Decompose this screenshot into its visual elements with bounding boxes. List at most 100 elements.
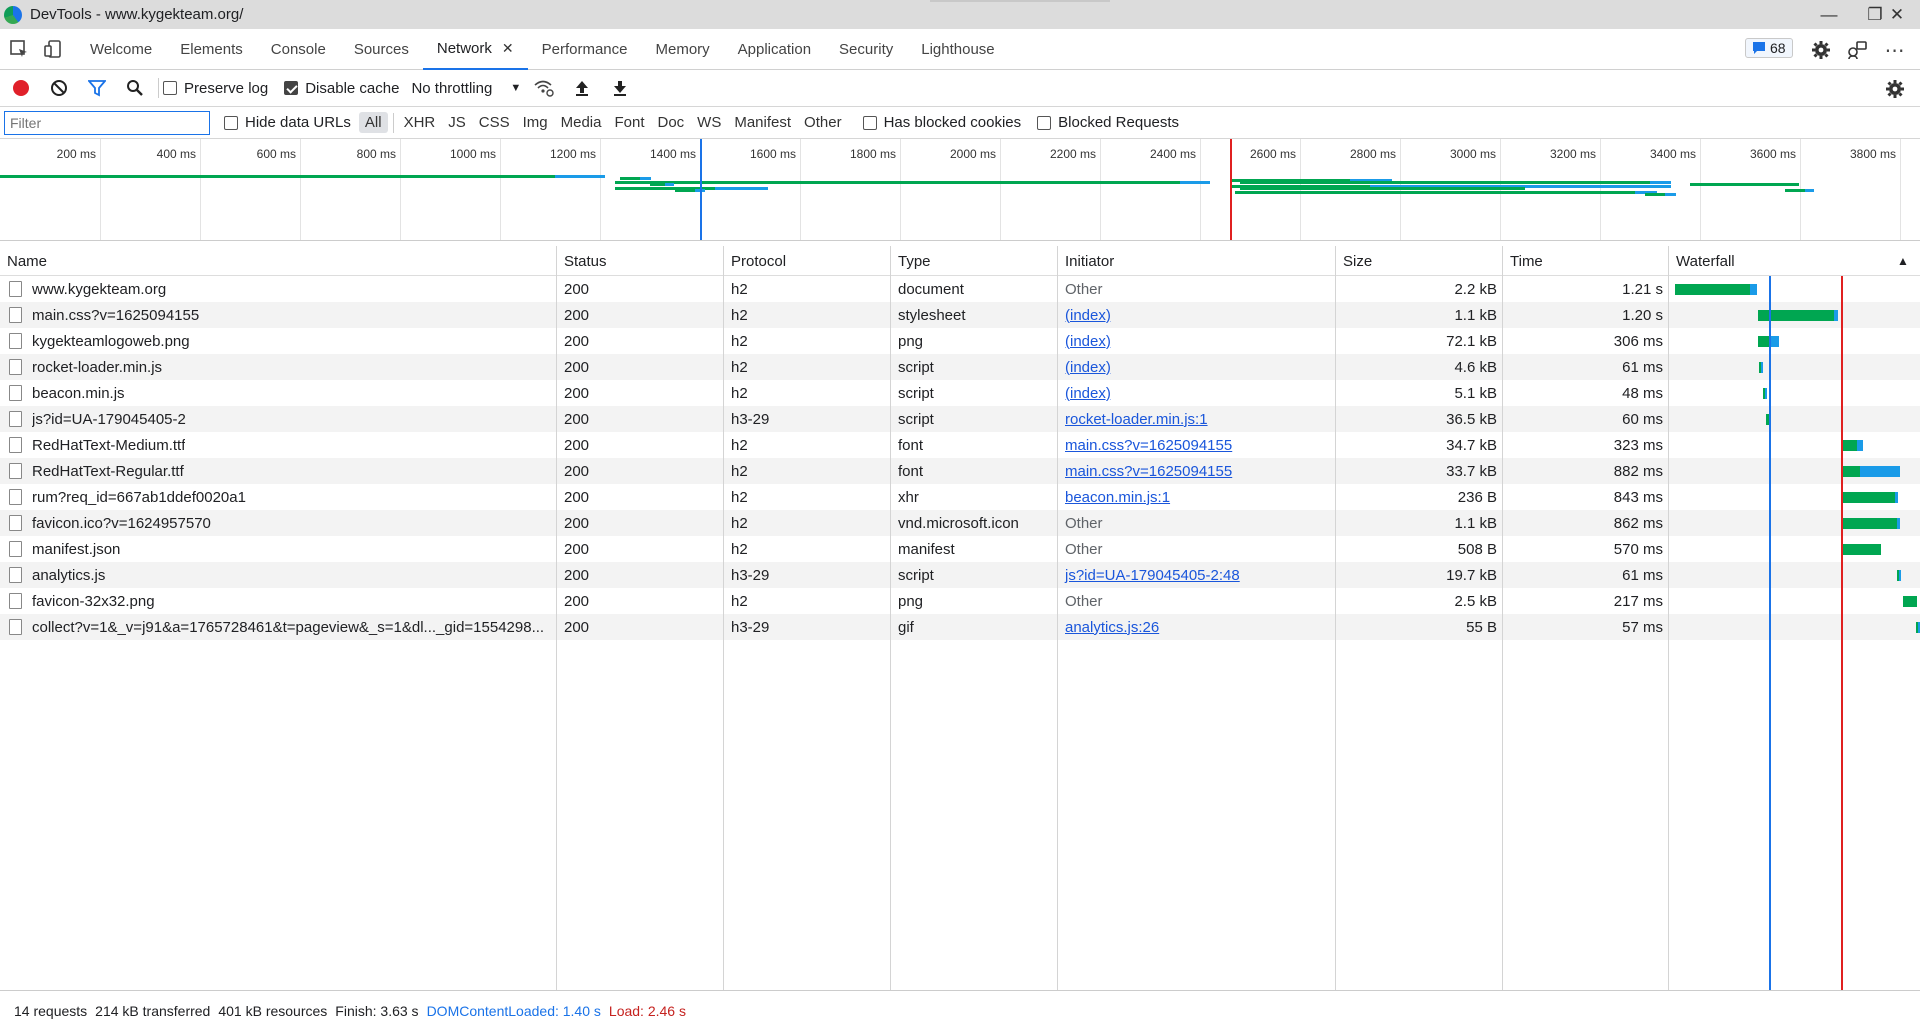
filter-type-img[interactable]: Img (517, 112, 554, 133)
tab-lighthouse[interactable]: Lighthouse (907, 29, 1008, 70)
column-divider[interactable] (556, 246, 557, 990)
settings-gear-icon[interactable] (1810, 39, 1832, 61)
close-tab-icon[interactable]: ✕ (502, 40, 514, 57)
request-initiator[interactable]: main.css?v=1625094155 (1058, 458, 1336, 484)
request-initiator[interactable]: (index) (1058, 302, 1336, 328)
initiator-link[interactable]: js?id=UA-179045405-2:48 (1065, 567, 1240, 584)
tab-memory[interactable]: Memory (641, 29, 723, 70)
filter-type-manifest[interactable]: Manifest (728, 112, 797, 133)
request-row[interactable]: main.css?v=1625094155 200 h2 stylesheet (ind… (0, 302, 1920, 328)
filter-type-ws[interactable]: WS (691, 112, 727, 133)
filter-type-js[interactable]: JS (442, 112, 472, 133)
more-options-icon[interactable]: ⋯ (1884, 39, 1906, 62)
initiator-link[interactable]: beacon.min.js:1 (1065, 489, 1170, 506)
clear-button[interactable] (40, 70, 78, 107)
request-initiator[interactable]: analytics.js:26 (1058, 614, 1336, 640)
filter-input[interactable] (4, 110, 210, 135)
request-row[interactable]: kygekteamlogoweb.png 200 h2 png (index) 72.1 … (0, 328, 1920, 354)
blocked-requests-box[interactable] (1037, 115, 1052, 130)
feedback-icon[interactable] (1846, 39, 1868, 61)
request-initiator[interactable]: rocket-loader.min.js:1 (1058, 406, 1336, 432)
network-conditions-button[interactable] (525, 70, 563, 107)
filter-type-media[interactable]: Media (555, 112, 608, 133)
initiator-link[interactable]: main.css?v=1625094155 (1065, 463, 1232, 480)
blocked-requests-checkbox[interactable]: Blocked Requests (1037, 114, 1179, 131)
hide-data-urls-box[interactable] (224, 115, 238, 130)
column-header-type[interactable]: Type (891, 246, 1058, 276)
column-header-name[interactable]: Name (0, 246, 557, 276)
has-blocked-cookies-checkbox[interactable]: Has blocked cookies (862, 114, 1021, 131)
import-har-button[interactable] (563, 70, 601, 107)
tab-welcome[interactable]: Welcome (76, 29, 166, 70)
request-initiator[interactable]: (index) (1058, 328, 1336, 354)
tab-application[interactable]: Application (724, 29, 825, 70)
initiator-link[interactable]: rocket-loader.min.js:1 (1065, 411, 1208, 428)
initiator-link[interactable]: (index) (1065, 385, 1111, 402)
column-header-time[interactable]: Time (1503, 246, 1669, 276)
filter-toggle-button[interactable] (78, 70, 116, 107)
initiator-link[interactable]: (index) (1065, 359, 1111, 376)
tab-sources[interactable]: Sources (340, 29, 423, 70)
minimize-button[interactable]: — (1806, 0, 1852, 29)
request-initiator[interactable]: (index) (1058, 380, 1336, 406)
hide-data-urls-checkbox[interactable]: Hide data URLs (224, 114, 351, 131)
request-row[interactable]: rum?req_id=667ab1ddef0020a1 200 h2 xhr beaco… (0, 484, 1920, 510)
column-divider[interactable] (1502, 246, 1503, 990)
sort-ascending-icon[interactable]: ▲ (1890, 246, 1909, 276)
column-divider[interactable] (723, 246, 724, 990)
filter-type-all[interactable]: All (358, 112, 388, 133)
filter-type-css[interactable]: CSS (473, 112, 516, 133)
request-row[interactable]: RedHatText-Medium.ttf 200 h2 font main.css?v… (0, 432, 1920, 458)
filter-type-doc[interactable]: Doc (651, 112, 690, 133)
column-header-status[interactable]: Status (557, 246, 724, 276)
column-header-size[interactable]: Size (1336, 246, 1503, 276)
tab-network[interactable]: Network ✕ (422, 29, 528, 70)
initiator-link[interactable]: (index) (1065, 307, 1111, 324)
device-toolbar-icon[interactable] (42, 38, 64, 60)
request-initiator[interactable]: main.css?v=1625094155 (1058, 432, 1336, 458)
tab-elements[interactable]: Elements (166, 29, 257, 70)
search-button[interactable] (116, 70, 154, 107)
tab-security[interactable]: Security (825, 29, 907, 70)
record-button[interactable] (2, 70, 40, 107)
column-header-initiator[interactable]: Initiator (1058, 246, 1336, 276)
column-divider[interactable] (1057, 246, 1058, 990)
column-header-waterfall[interactable]: Waterfall (1669, 246, 1920, 276)
issues-badge[interactable]: 68 (1745, 38, 1793, 58)
initiator-link[interactable]: analytics.js:26 (1065, 619, 1159, 636)
initiator-link[interactable]: (index) (1065, 333, 1111, 350)
disable-cache-checkbox[interactable]: Disable cache (284, 80, 399, 97)
column-divider[interactable] (1335, 246, 1336, 990)
request-row[interactable]: favicon.ico?v=1624957570 200 h2 vnd.microso… (0, 510, 1920, 536)
filter-type-other[interactable]: Other (798, 112, 848, 133)
disable-cache-box[interactable] (284, 81, 299, 95)
column-header-protocol[interactable]: Protocol (724, 246, 891, 276)
inspect-element-icon[interactable] (8, 38, 30, 60)
column-divider[interactable] (890, 246, 891, 990)
filter-type-xhr[interactable]: XHR (398, 112, 442, 133)
request-row[interactable]: www.kygekteam.org 200 h2 document Other 2.2 k… (0, 276, 1920, 302)
throttling-select[interactable]: No throttling ▼ (411, 80, 521, 97)
close-window-button[interactable]: ✕ (1874, 0, 1920, 29)
export-har-button[interactable] (601, 70, 639, 107)
preserve-log-checkbox[interactable]: Preserve log (163, 80, 268, 97)
request-row[interactable]: analytics.js 200 h3-29 script js?id=UA-17904… (0, 562, 1920, 588)
filter-type-font[interactable]: Font (608, 112, 650, 133)
request-row[interactable]: beacon.min.js 200 h2 script (index) 5.1 kB 48 … (0, 380, 1920, 406)
request-row[interactable]: rocket-loader.min.js 200 h2 script (index) 4.… (0, 354, 1920, 380)
initiator-link[interactable]: main.css?v=1625094155 (1065, 437, 1232, 454)
network-overview-timeline[interactable]: 200 ms 400 ms 600 ms 800 ms 1000 ms 1200 ms 14… (0, 139, 1920, 241)
request-row[interactable]: favicon-32x32.png 200 h2 png Other 2.5 kB 217 … (0, 588, 1920, 614)
tab-console[interactable]: Console (257, 29, 340, 70)
request-row[interactable]: manifest.json 200 h2 manifest Other 508 B 570 … (0, 536, 1920, 562)
tab-performance[interactable]: Performance (528, 29, 642, 70)
request-initiator[interactable]: js?id=UA-179045405-2:48 (1058, 562, 1336, 588)
request-initiator[interactable]: beacon.min.js:1 (1058, 484, 1336, 510)
network-settings-button[interactable] (1876, 70, 1914, 107)
request-initiator[interactable]: (index) (1058, 354, 1336, 380)
preserve-log-box[interactable] (163, 81, 177, 95)
has-blocked-cookies-box[interactable] (862, 115, 877, 130)
column-divider[interactable] (1668, 246, 1669, 990)
request-row[interactable]: collect?v=1&_v=j91&a=1765728461&t=pagevi… (0, 614, 1920, 640)
request-row[interactable]: RedHatText-Regular.ttf 200 h2 font main.css?… (0, 458, 1920, 484)
